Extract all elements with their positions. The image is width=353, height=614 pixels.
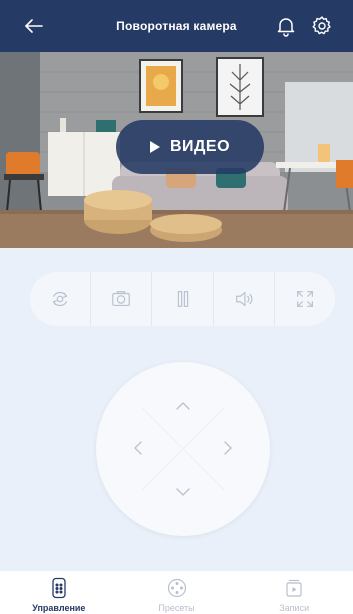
rotate-icon — [52, 291, 68, 307]
play-video-button[interactable]: ВИДЕО — [116, 120, 264, 174]
sound-button[interactable] — [214, 272, 275, 326]
ptz-joystick[interactable] — [96, 362, 270, 536]
recordings-icon — [286, 579, 302, 597]
nav-label-presets: Пресеты — [158, 603, 195, 613]
camera-icon — [112, 291, 131, 307]
chevron-right-icon[interactable] — [216, 436, 240, 460]
fullscreen-button[interactable] — [275, 272, 335, 326]
speaker-icon — [235, 291, 253, 307]
joystick-divider — [141, 407, 225, 491]
top-bar: Поворотная камера — [0, 0, 353, 52]
presets-icon — [167, 578, 186, 598]
chevron-left-icon[interactable] — [126, 436, 150, 460]
nav-item-recordings[interactable]: Записи — [235, 571, 353, 614]
play-video-label: ВИДЕО — [169, 138, 231, 155]
nav-item-control[interactable]: Управление — [0, 571, 118, 614]
pause-button[interactable] — [152, 272, 214, 326]
bottom-nav: Управление Пресеты Записи — [0, 571, 353, 614]
page-title: Поворотная камера — [116, 19, 237, 33]
pause-icon — [177, 291, 188, 307]
chevron-down-icon[interactable] — [171, 480, 195, 504]
rotate-camera-button[interactable] — [30, 272, 92, 326]
camera-controls — [30, 272, 335, 326]
snapshot-button[interactable] — [91, 272, 153, 326]
nav-label-recordings: Записи — [279, 603, 310, 613]
video-preview[interactable]: ВИДЕО — [0, 52, 353, 248]
fullscreen-icon — [296, 291, 313, 307]
nav-item-presets[interactable]: Пресеты — [118, 571, 236, 614]
bell-icon[interactable] — [274, 14, 298, 38]
gear-icon[interactable] — [310, 14, 334, 38]
nav-label-control: Управление — [32, 603, 86, 613]
remote-icon — [52, 577, 66, 599]
play-icon — [149, 141, 160, 153]
chevron-up-icon[interactable] — [171, 394, 195, 418]
